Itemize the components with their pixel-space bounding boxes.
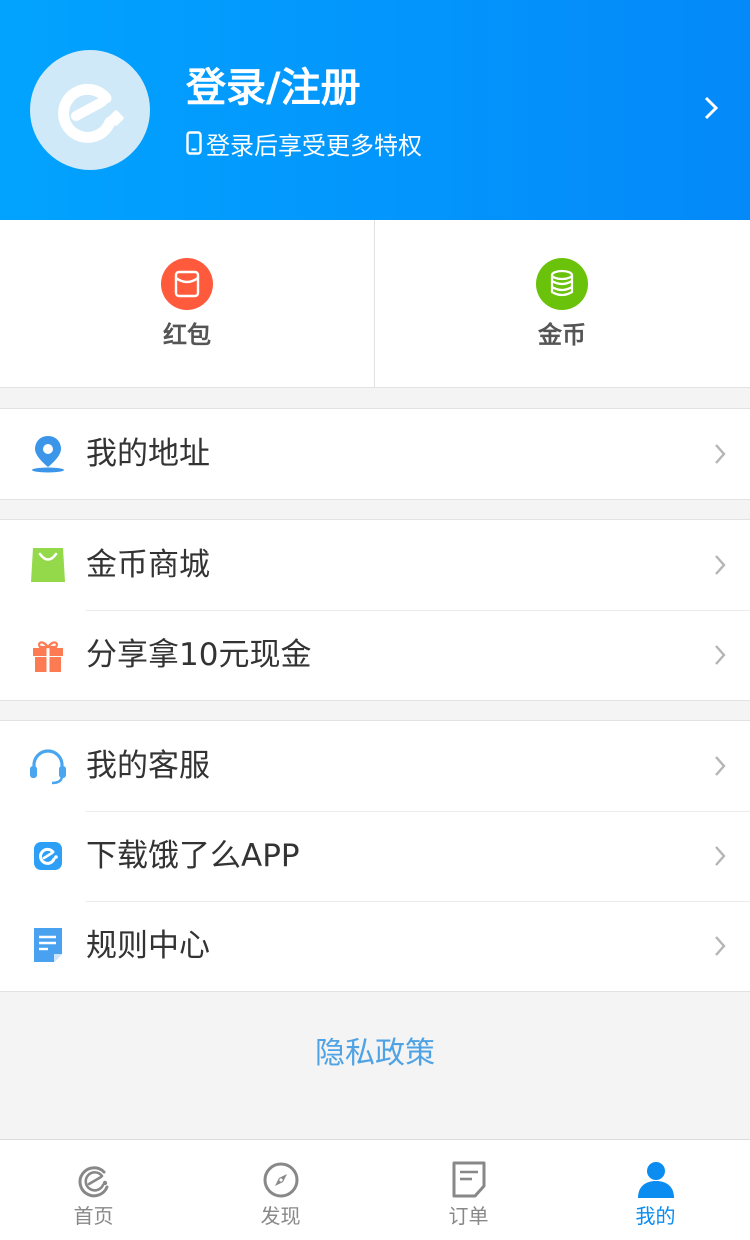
gift-icon (28, 635, 68, 675)
coin-stack-icon (536, 258, 588, 310)
bottom-tab-bar: 首页 发现 订单 我的 (0, 1139, 750, 1240)
home-eleme-icon (74, 1160, 114, 1200)
menu-item-address-label: 我的地址 (86, 436, 210, 472)
shopping-bag-icon (28, 545, 68, 585)
menu-group-rewards: 金币商城 分享拿10元现金 (0, 519, 750, 701)
menu-item-download-app-label: 下载饿了么APP (86, 838, 300, 874)
chevron-right-icon (714, 554, 726, 580)
login-title[interactable]: 登录/注册 (186, 62, 361, 114)
menu-item-customer-service[interactable]: 我的客服 (0, 721, 750, 811)
tab-orders[interactable]: 订单 (375, 1140, 562, 1240)
avatar (30, 50, 150, 170)
asset-red-packet[interactable]: 红包 (0, 220, 374, 387)
menu-item-share-cash[interactable]: 分享拿10元现金 (0, 610, 750, 700)
menu-item-share-cash-label: 分享拿10元现金 (86, 637, 312, 673)
privacy-policy-link[interactable]: 隐私政策 (0, 1030, 750, 1078)
phone-icon (186, 131, 202, 155)
eleme-logo-icon (58, 83, 124, 143)
chevron-right-icon (714, 935, 726, 961)
chevron-right-icon (714, 443, 726, 469)
compass-icon (261, 1160, 301, 1200)
menu-item-rules-center[interactable]: 规则中心 (0, 901, 750, 991)
asset-coins-label: 金币 (538, 321, 586, 349)
chevron-right-icon (714, 845, 726, 871)
tab-orders-label: 订单 (448, 1204, 489, 1228)
menu-item-coin-mall[interactable]: 金币商城 (0, 520, 750, 610)
chevron-right-icon[interactable] (704, 96, 719, 124)
asset-coins[interactable]: 金币 (375, 220, 749, 387)
location-pin-icon (28, 434, 68, 474)
menu-item-address[interactable]: 我的地址 (0, 409, 750, 499)
tab-profile[interactable]: 我的 (562, 1140, 749, 1240)
tab-home-label: 首页 (73, 1204, 114, 1228)
asset-red-packet-label: 红包 (163, 321, 211, 349)
tab-discover[interactable]: 发现 (187, 1140, 374, 1240)
tab-home[interactable]: 首页 (0, 1140, 187, 1240)
chevron-right-icon (714, 644, 726, 670)
document-icon (28, 926, 68, 966)
user-profile-icon (636, 1160, 676, 1200)
menu-item-rules-center-label: 规则中心 (86, 928, 210, 964)
chevron-right-icon (714, 755, 726, 781)
assets-panel: 红包 金币 (0, 220, 750, 388)
order-list-icon (449, 1160, 489, 1200)
menu-item-coin-mall-label: 金币商城 (86, 547, 210, 583)
menu-group-address: 我的地址 (0, 408, 750, 500)
menu-group-support: 我的客服 下载饿了么APP 规则中心 (0, 720, 750, 992)
eleme-app-icon (28, 836, 68, 876)
headset-icon (28, 746, 68, 786)
red-packet-icon (161, 258, 213, 310)
login-subtitle: 登录后享受更多特权 (186, 126, 422, 160)
tab-profile-label: 我的 (635, 1204, 676, 1228)
login-header[interactable]: 登录/注册 登录后享受更多特权 (0, 0, 750, 220)
login-subtitle-text: 登录后享受更多特权 (206, 131, 422, 160)
menu-item-customer-service-label: 我的客服 (86, 748, 210, 784)
tab-discover-label: 发现 (260, 1204, 301, 1228)
menu-item-download-app[interactable]: 下载饿了么APP (0, 811, 750, 901)
